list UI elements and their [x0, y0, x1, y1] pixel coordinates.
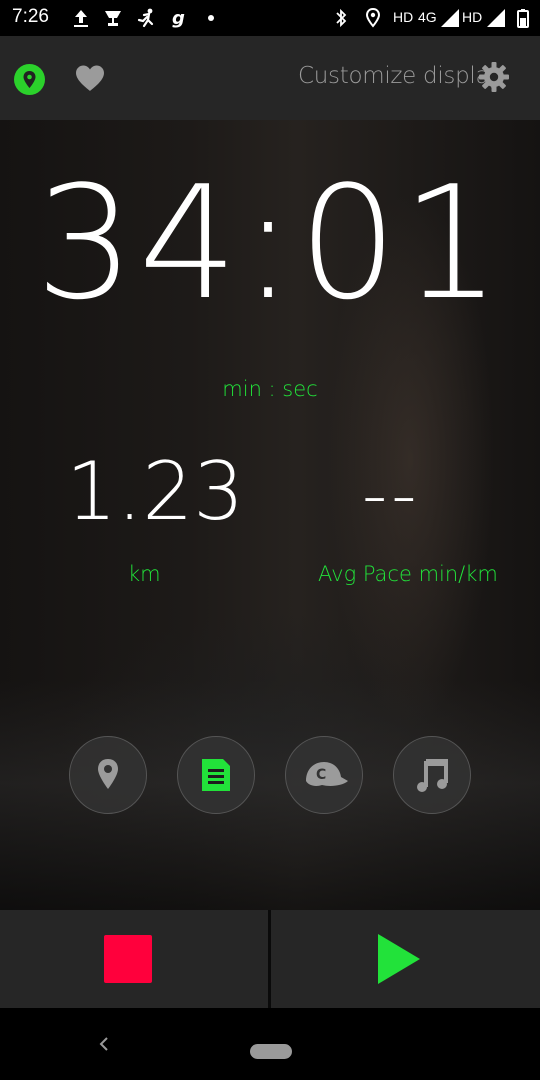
upload-icon — [74, 10, 88, 27]
customize-display-button[interactable]: Customize display — [298, 63, 503, 89]
coach-cap-icon: C — [306, 762, 348, 786]
elapsed-time-unit: min : sec — [222, 377, 318, 401]
stop-icon — [104, 935, 152, 983]
signal-icon-2 — [487, 9, 505, 27]
home-pill-icon[interactable] — [250, 1044, 292, 1059]
play-icon — [378, 934, 420, 984]
dot-icon — [208, 15, 214, 21]
svg-text:g: g — [172, 8, 185, 29]
location-icon — [365, 7, 381, 28]
back-icon[interactable] — [92, 1030, 116, 1058]
stop-button[interactable] — [0, 910, 268, 1008]
trophy-icon — [105, 11, 121, 26]
screen: 7:26 g HD 4G HD Customize display 34:01 … — [0, 0, 540, 1080]
bluetooth-icon — [336, 8, 347, 28]
distance-value: 1.23 — [66, 445, 245, 538]
music-icon — [417, 759, 448, 792]
notes-icon — [202, 759, 230, 791]
location-pin-icon[interactable] — [14, 64, 45, 95]
navigation-bar — [0, 1008, 540, 1080]
network-label-hd-2: HD — [462, 9, 483, 25]
network-label-4g: 4G — [418, 9, 437, 25]
signal-icon — [441, 9, 459, 27]
coach-button[interactable]: C — [285, 736, 363, 814]
status-time: 7:26 — [12, 6, 49, 27]
runner-icon — [137, 8, 154, 28]
gear-icon[interactable] — [478, 61, 510, 93]
status-bar: 7:26 g HD 4G HD — [0, 0, 540, 36]
play-button[interactable] — [271, 910, 540, 1008]
heart-icon[interactable] — [74, 64, 106, 92]
g-app-icon: g — [172, 8, 185, 29]
workout-controls — [0, 910, 540, 1008]
distance-unit: km — [128, 562, 161, 586]
battery-icon — [517, 9, 529, 28]
map-button[interactable] — [69, 736, 147, 814]
top-bar: Customize display — [0, 36, 540, 120]
map-pin-icon — [98, 759, 118, 789]
elapsed-time-value: 34:01 — [35, 152, 505, 334]
svg-text:C: C — [316, 767, 326, 783]
network-label-hd: HD — [393, 9, 414, 25]
notes-button[interactable] — [177, 736, 255, 814]
avg-pace-value: -- — [362, 454, 421, 536]
avg-pace-unit: Avg Pace min/km — [318, 562, 498, 586]
music-button[interactable] — [393, 736, 471, 814]
